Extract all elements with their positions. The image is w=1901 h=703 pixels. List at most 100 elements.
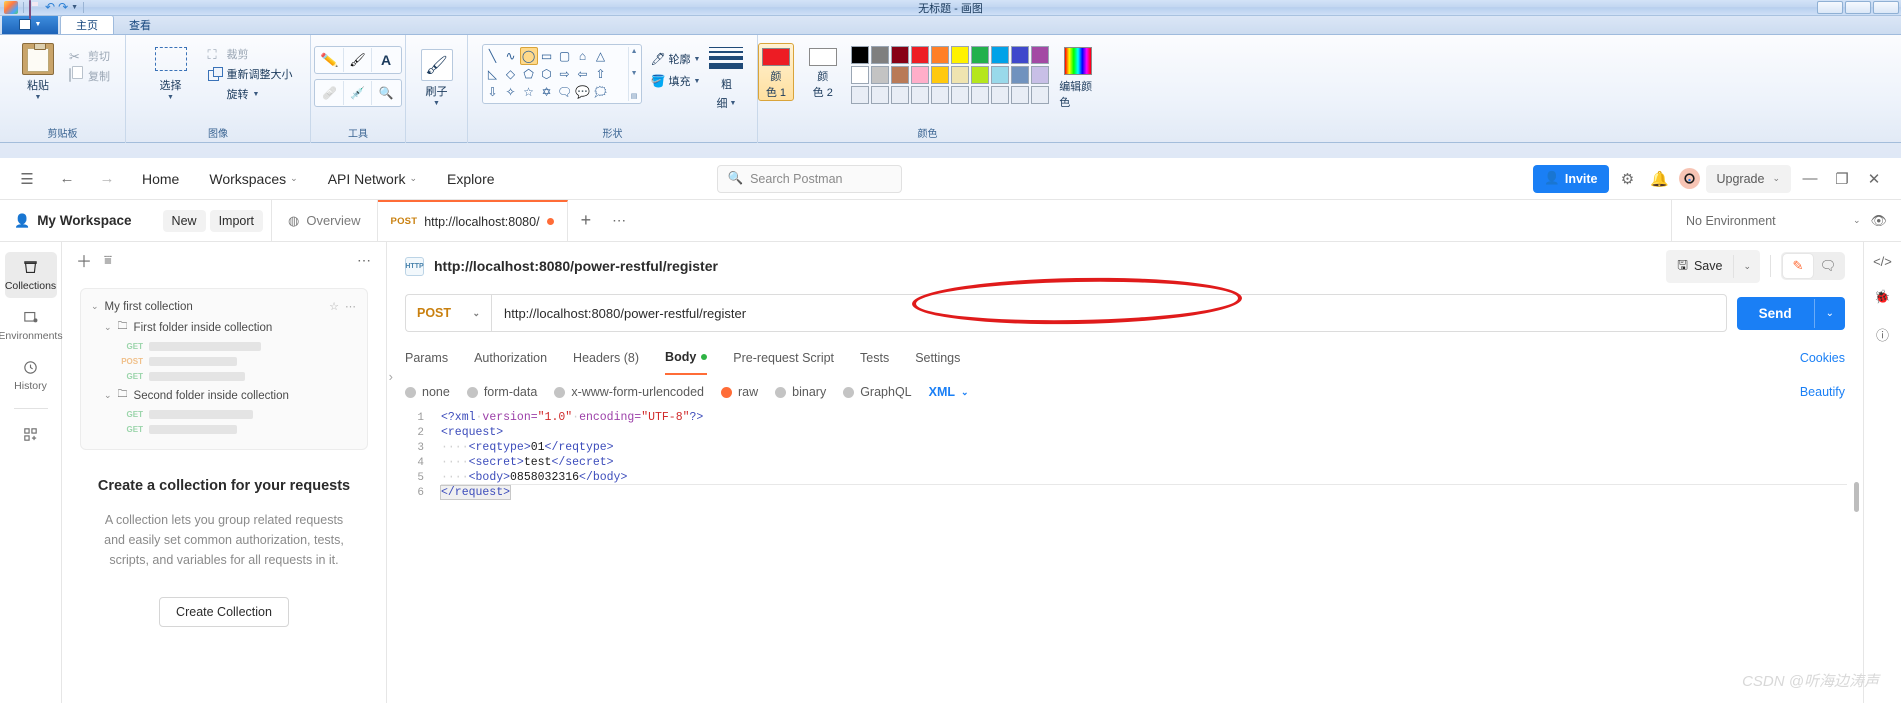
palette-swatch[interactable]	[931, 66, 950, 84]
shape-rounded-rect[interactable]: ▢	[556, 47, 574, 65]
url-input[interactable]: http://localhost:8080/power-restful/regi…	[491, 294, 1727, 332]
maximize-button[interactable]	[1845, 1, 1871, 14]
shape-down-arrow[interactable]: ⇩	[484, 83, 502, 101]
shape-left-arrow[interactable]: ⇦	[574, 65, 592, 83]
text-icon[interactable]: A	[372, 48, 400, 72]
palette-swatch-empty[interactable]	[931, 86, 950, 104]
tools-row-2[interactable]: 🩹 💉 🔍	[314, 79, 402, 107]
redo-icon[interactable]: ↷	[58, 1, 68, 14]
maximize-icon[interactable]: ❐	[1829, 166, 1855, 192]
body-option-graphql[interactable]: GraphQL	[843, 385, 912, 399]
palette-swatch-empty[interactable]	[851, 86, 870, 104]
shape-six-point-star[interactable]: ✡	[538, 83, 556, 101]
shape-hexagon[interactable]: ⬡	[538, 65, 556, 83]
save-icon[interactable]	[29, 0, 42, 19]
sidebar-item-history[interactable]: History	[5, 352, 57, 398]
avatar[interactable]	[1678, 168, 1700, 189]
request-title[interactable]: http://localhost:8080/power-restful/regi…	[434, 258, 718, 274]
palette-swatch[interactable]	[851, 66, 870, 84]
tab-authorization[interactable]: Authorization	[474, 351, 547, 374]
scroll-down-icon[interactable]: ▼	[631, 70, 638, 77]
palette-swatch-empty[interactable]	[911, 86, 930, 104]
size-button[interactable]: 粗 细 ▼	[709, 44, 744, 111]
palette-swatch-empty[interactable]	[971, 86, 990, 104]
color-1-button[interactable]: 颜 色 1	[757, 43, 795, 101]
select-button[interactable]: 选择 ▼	[144, 40, 198, 101]
nav-home[interactable]: Home	[134, 167, 187, 191]
shape-callout-cloud[interactable]: 🗯	[592, 83, 610, 101]
body-code-editor[interactable]: 1 <?xml · version= "1.0" · encoding= "UTF-8" ?>…	[387, 410, 1863, 703]
palette-swatch[interactable]	[911, 66, 930, 84]
palette-swatch[interactable]	[951, 66, 970, 84]
more-options-icon[interactable]: ⋯	[357, 252, 372, 269]
chevron-down-icon[interactable]: ▼	[71, 4, 78, 11]
palette-swatch[interactable]	[871, 66, 890, 84]
sidebar-item-environments[interactable]: Environments	[0, 302, 63, 348]
bell-icon[interactable]: 🔔	[1647, 166, 1673, 192]
hamburger-icon[interactable]: ☰	[14, 166, 40, 192]
request-tabs[interactable]: Params Authorization Headers (8) Body Pr…	[387, 336, 1863, 375]
sidebar-item-collections[interactable]: Collections	[4, 252, 57, 298]
right-rail[interactable]: </> 🐞 ⓘ	[1863, 242, 1901, 703]
resize-button[interactable]: 重新调整大小	[208, 64, 293, 84]
palette-swatch-empty[interactable]	[951, 86, 970, 104]
palette-swatch[interactable]	[851, 46, 870, 64]
new-button[interactable]: New	[162, 209, 206, 232]
paint-ribbon[interactable]: 粘贴 ▼ ✂ 剪切 复制 剪贴板 选择 ▼ ⛶ 裁剪 重新调整大小 旋转 ▼ 图…	[0, 35, 1901, 143]
brushes-button[interactable]: 🖌 刷子 ▼	[414, 46, 460, 107]
method-selector[interactable]: POST ⌄	[405, 294, 491, 332]
shape-more-3[interactable]	[610, 83, 628, 101]
body-type-options[interactable]: none form-data x-www-form-urlencoded raw…	[387, 375, 1863, 399]
save-button-group[interactable]: 🖫 Save ⌄	[1666, 249, 1760, 283]
shape-callout-rect[interactable]: 🗨	[556, 83, 574, 101]
tab-tests[interactable]: Tests	[860, 351, 889, 374]
outline-button[interactable]: 🖊 轮廓 ▼	[651, 48, 701, 70]
eraser-icon[interactable]: 🩹	[316, 81, 344, 105]
minimize-icon[interactable]: —	[1797, 166, 1823, 192]
pencil-icon[interactable]: ✏️	[316, 48, 344, 72]
undo-icon[interactable]: ↶	[45, 1, 55, 14]
format-selector[interactable]: XML ⌄	[929, 385, 969, 399]
shape-ellipse[interactable]: ◯	[519, 47, 538, 65]
chevron-down-icon[interactable]: ⌄	[1813, 298, 1845, 328]
copy-button[interactable]: 复制	[69, 66, 110, 86]
palette-swatch[interactable]	[1011, 46, 1030, 64]
chevron-down-icon[interactable]: ▼	[35, 94, 42, 101]
chevron-down-icon[interactable]: ⌄	[1733, 254, 1760, 278]
magnifier-icon[interactable]: 🔍	[372, 81, 400, 105]
fill-button[interactable]: 🪣 填充 ▼	[651, 70, 701, 92]
close-button[interactable]	[1873, 1, 1899, 14]
tabs-more-options-icon[interactable]: ⋯	[604, 200, 635, 241]
palette-swatch[interactable]	[891, 66, 910, 84]
palette-swatch[interactable]	[1031, 66, 1050, 84]
workspace-selector[interactable]: 👤 My Workspace New Import	[0, 200, 272, 241]
body-option-raw[interactable]: raw	[721, 385, 758, 399]
palette-swatch[interactable]	[991, 66, 1010, 84]
shapes-scrollbar[interactable]: ▲ ▼ ▤	[627, 47, 640, 101]
chevron-down-icon[interactable]: ▼	[433, 100, 440, 107]
color-2-button[interactable]: 颜 色 2	[804, 43, 841, 101]
cut-button[interactable]: ✂ 剪切	[69, 46, 110, 66]
shape-five-point-star[interactable]: ☆	[520, 83, 538, 101]
quick-access-toolbar[interactable]: ↶ ↷ ▼	[0, 0, 86, 19]
body-option-urlencoded[interactable]: x-www-form-urlencoded	[554, 385, 704, 399]
paste-button[interactable]: 粘贴 ▼	[15, 40, 61, 101]
edit-colors-button[interactable]: 编辑颜色	[1059, 43, 1097, 110]
pencil-icon[interactable]: ✎	[1783, 254, 1813, 278]
tab-headers[interactable]: Headers (8)	[573, 351, 639, 374]
search-input[interactable]: 🔍 Search Postman	[716, 164, 902, 193]
upgrade-button[interactable]: Upgrade ⌄	[1705, 164, 1791, 193]
palette-swatch[interactable]	[971, 46, 990, 64]
palette-swatch[interactable]	[871, 46, 890, 64]
shape-more-1[interactable]	[610, 47, 628, 65]
environment-eye-icon[interactable]: 👁	[1870, 213, 1887, 229]
create-collection-button[interactable]: Create Collection	[159, 596, 289, 627]
plus-icon[interactable]: ＋	[76, 248, 92, 272]
shape-up-arrow[interactable]: ⇧	[592, 65, 610, 83]
tab-overview[interactable]: ◍ Overview	[272, 200, 378, 241]
chevron-down-icon[interactable]: ▼	[167, 94, 174, 101]
save-button[interactable]: 🖫 Save	[1666, 250, 1733, 283]
palette-swatch[interactable]	[951, 46, 970, 64]
new-tab-button[interactable]: +	[568, 200, 605, 241]
cookies-link[interactable]: Cookies	[1800, 351, 1845, 374]
